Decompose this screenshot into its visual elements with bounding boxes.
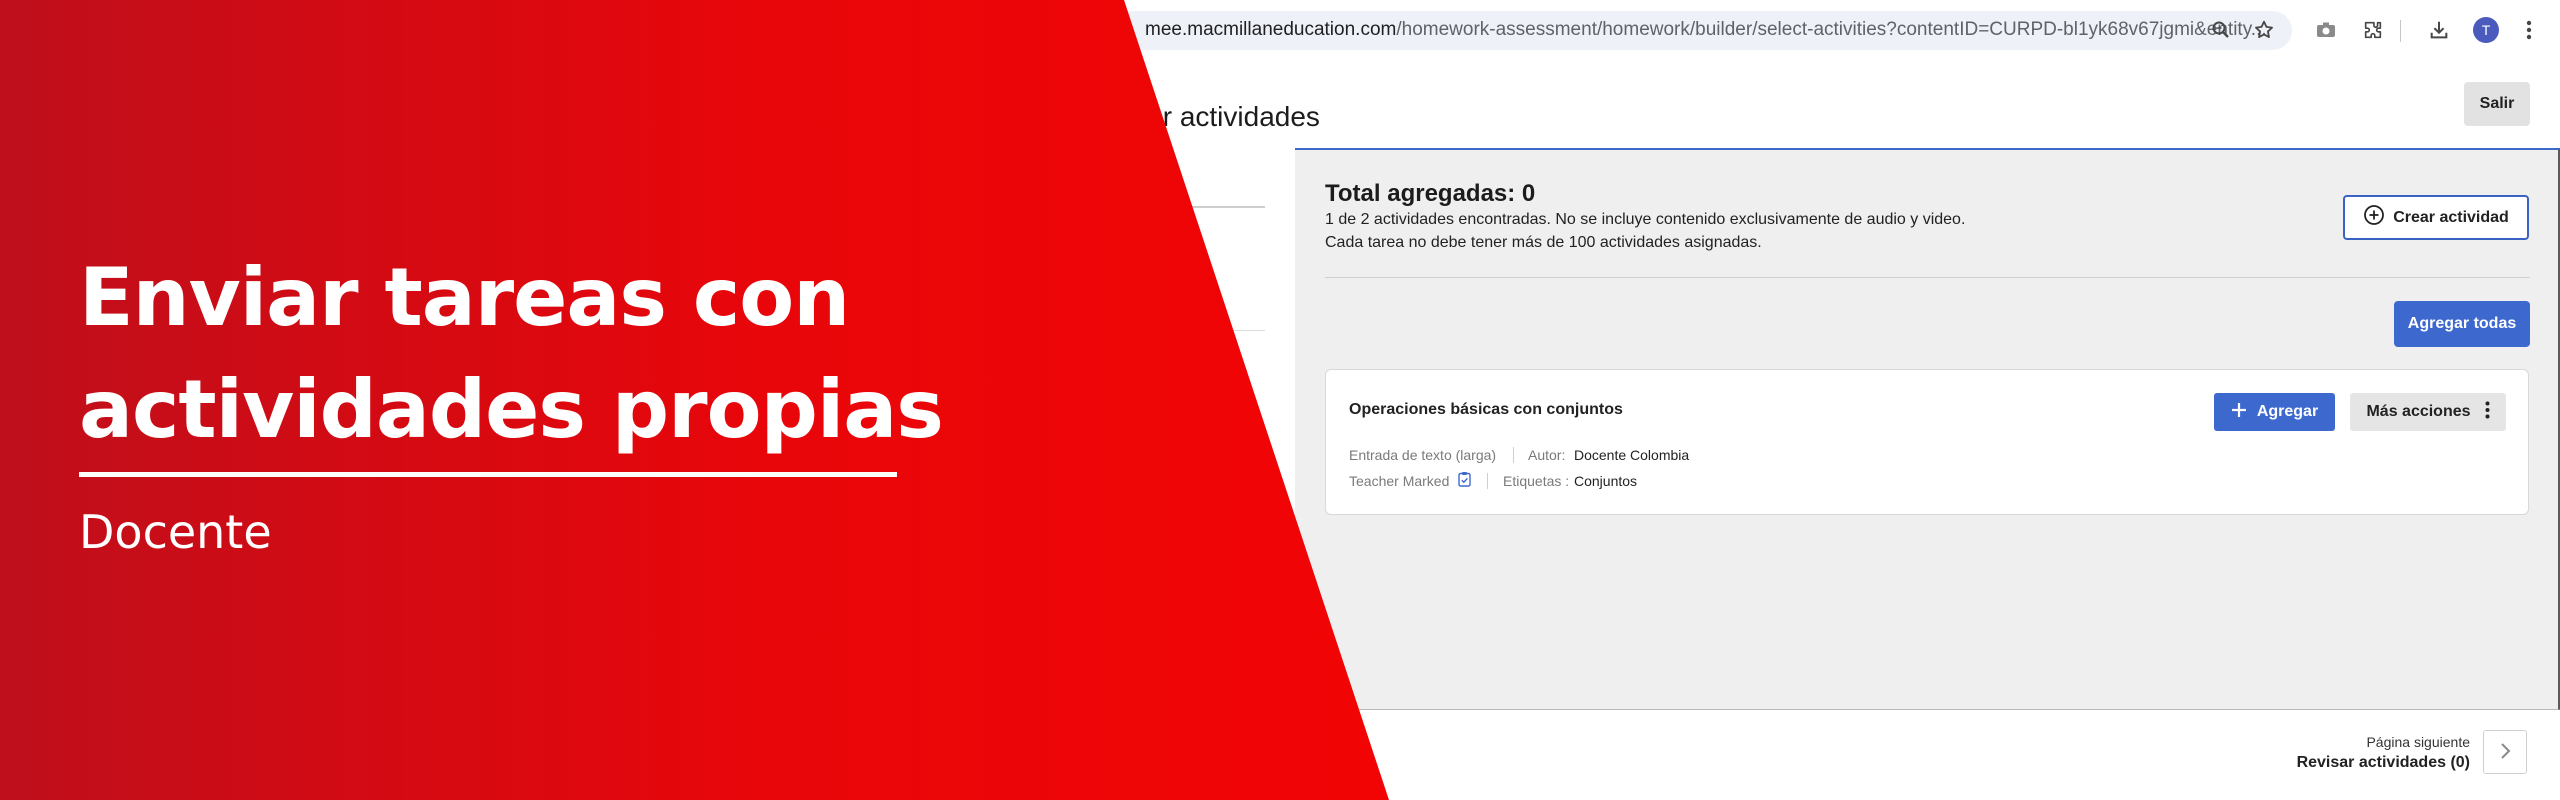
add-all-button[interactable]: Agregar todas bbox=[2394, 301, 2530, 347]
add-activity-label: Agregar bbox=[2256, 403, 2319, 420]
zoom-icon[interactable] bbox=[2210, 19, 2232, 41]
url-host: mee.macmillaneducation.com bbox=[1145, 19, 1397, 40]
activity-card bbox=[1325, 369, 2529, 515]
tags-value: Conjuntos bbox=[1574, 473, 1638, 489]
more-actions-button[interactable]: Más acciones bbox=[2350, 393, 2506, 431]
more-actions-label: Más acciones bbox=[2366, 403, 2471, 420]
browser-toolbar: mee.macmillaneducation.com/homework-asse… bbox=[0, 0, 2560, 60]
results-info: 1 de 2 actividades encontradas. No se in… bbox=[1325, 211, 1966, 228]
create-activity-button[interactable]: Crear actividad bbox=[2343, 195, 2529, 240]
add-activity-button[interactable]: Agregar bbox=[2214, 393, 2335, 431]
next-page-button[interactable] bbox=[2483, 730, 2527, 774]
camera-icon[interactable] bbox=[2315, 19, 2337, 41]
tags-label: Etiquetas : bbox=[1503, 473, 1570, 489]
plus-icon bbox=[2231, 402, 2247, 423]
extensions-icon[interactable] bbox=[2361, 18, 2385, 42]
activity-type: Entrada de texto (larga) bbox=[1349, 447, 1497, 463]
profile-avatar[interactable]: T bbox=[2473, 17, 2499, 43]
download-icon[interactable] bbox=[2427, 18, 2451, 42]
author-name: Docente Colombia bbox=[1574, 447, 1690, 463]
meta-separator bbox=[1513, 447, 1514, 463]
sidebar-tab-underline bbox=[1100, 206, 1265, 208]
limit-info: Cada tarea no debe tener más de 100 acti… bbox=[1325, 234, 1762, 251]
clipboard-check-icon bbox=[1456, 470, 1472, 488]
banner-title: Enviar tareas con actividades propias bbox=[79, 242, 979, 466]
next-page-label: Página siguiente bbox=[2366, 734, 2470, 750]
review-activities-label[interactable]: Revisar actividades (0) bbox=[2297, 754, 2470, 772]
sidebar-divider bbox=[1100, 330, 1265, 331]
chevron-right-icon bbox=[2499, 742, 2511, 763]
author-label: Autor: bbox=[1528, 447, 1566, 463]
plus-circle-icon bbox=[2363, 204, 2385, 231]
banner-underline bbox=[79, 472, 897, 477]
activity-title[interactable]: Operaciones básicas con conjuntos bbox=[1349, 401, 1623, 419]
section-divider bbox=[1325, 277, 2530, 278]
banner-title-line1: Enviar tareas con bbox=[79, 251, 850, 344]
url-path: /homework-assessment/homework/builder/se… bbox=[1396, 19, 2267, 40]
exit-button[interactable]: Salir bbox=[2464, 82, 2530, 126]
sidebar-tab[interactable]: s 2 bbox=[1155, 172, 1177, 190]
banner-subtitle: Docente bbox=[79, 505, 272, 559]
toolbar-separator bbox=[2400, 20, 2401, 42]
meta-separator bbox=[1487, 473, 1488, 489]
total-added-heading: Total agregadas: 0 bbox=[1325, 180, 1536, 207]
page-title: leccionar actividades bbox=[1060, 101, 1320, 132]
star-icon[interactable] bbox=[2252, 18, 2276, 42]
vertical-dots-icon bbox=[2485, 401, 2490, 424]
url-text[interactable]: mee.macmillaneducation.com/homework-asse… bbox=[1145, 18, 2267, 42]
banner-title-line2: actividades propias bbox=[79, 363, 944, 456]
kebab-menu-icon[interactable] bbox=[2519, 18, 2539, 42]
create-activity-label: Crear actividad bbox=[2393, 208, 2509, 226]
marking-type: Teacher Marked bbox=[1349, 473, 1450, 489]
